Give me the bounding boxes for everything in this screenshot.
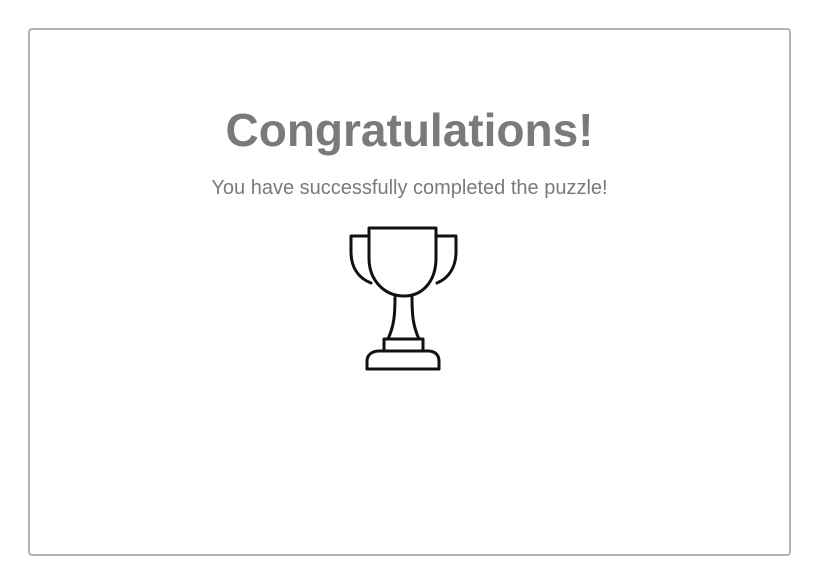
trophy-icon: [348, 223, 463, 371]
page: Congratulations! You have successfully c…: [0, 0, 821, 586]
completion-card: Congratulations! You have successfully c…: [28, 28, 791, 556]
completion-message: You have successfully completed the puzz…: [211, 177, 608, 199]
congratulations-title: Congratulations!: [225, 104, 594, 156]
